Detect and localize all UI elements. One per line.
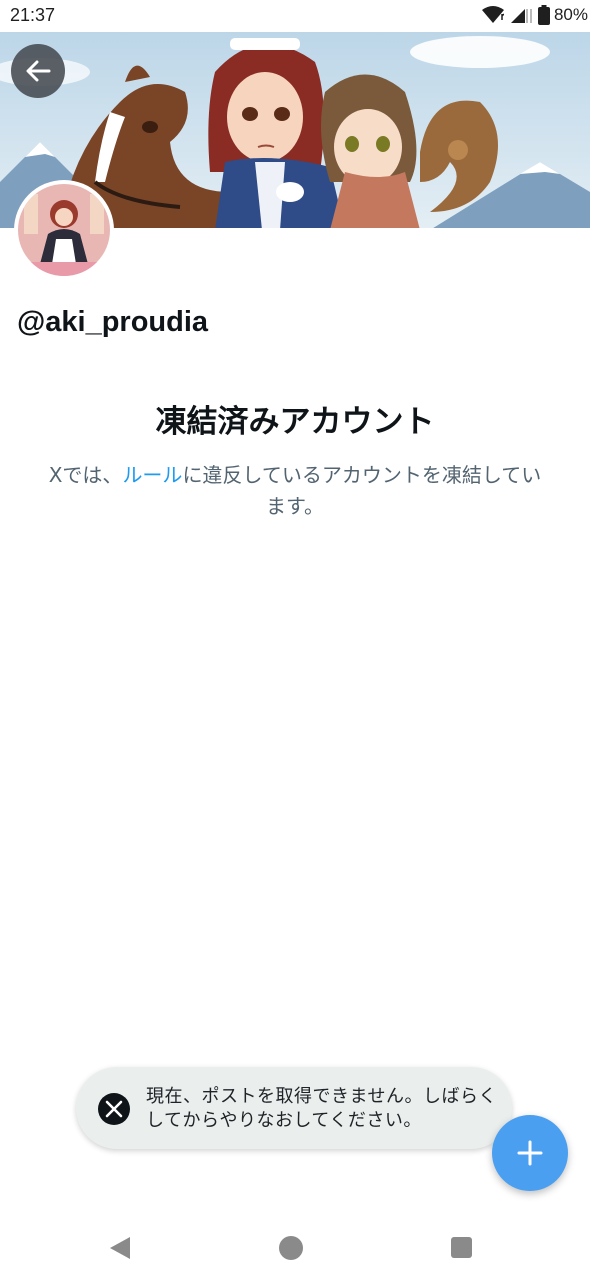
system-nav-bar [0, 1215, 590, 1280]
signal-icon [511, 9, 532, 23]
wifi-icon [482, 6, 504, 23]
profile-handle: @aki_proudia [17, 306, 209, 338]
back-button[interactable] [11, 44, 65, 98]
compose-post-button[interactable] [492, 1115, 568, 1191]
nav-home-icon[interactable] [279, 1236, 303, 1260]
avatar-image [18, 184, 110, 276]
status-icons: 80% [482, 5, 588, 25]
plus-icon [517, 1140, 543, 1166]
arrow-left-icon [26, 60, 51, 82]
nav-recents-icon[interactable] [451, 1237, 472, 1258]
avatar[interactable] [14, 180, 114, 280]
toast-message: 現在、ポストを取得できません。しばらくしてからやりなおしてください。 [146, 1086, 497, 1131]
suspended-text-before: Xでは、 [48, 463, 123, 487]
x-logo-icon [98, 1093, 130, 1125]
battery-percent: 80% [553, 5, 588, 24]
error-toast: 現在、ポストを取得できません。しばらくしてからやりなおしてください。 [76, 1067, 512, 1149]
suspended-title: 凍結済みアカウント [155, 404, 435, 440]
status-bar: 21:37 80% [0, 0, 590, 32]
status-time: 21:37 [10, 5, 56, 25]
suspended-text-after: に違反しているアカウントを凍結しています。 [182, 463, 542, 518]
rules-link[interactable]: ルール [122, 463, 182, 487]
suspended-description: Xでは、ルールに違反しているアカウントを凍結しています。 [40, 460, 550, 522]
nav-back-icon[interactable] [108, 1235, 132, 1261]
battery-icon [538, 5, 550, 25]
